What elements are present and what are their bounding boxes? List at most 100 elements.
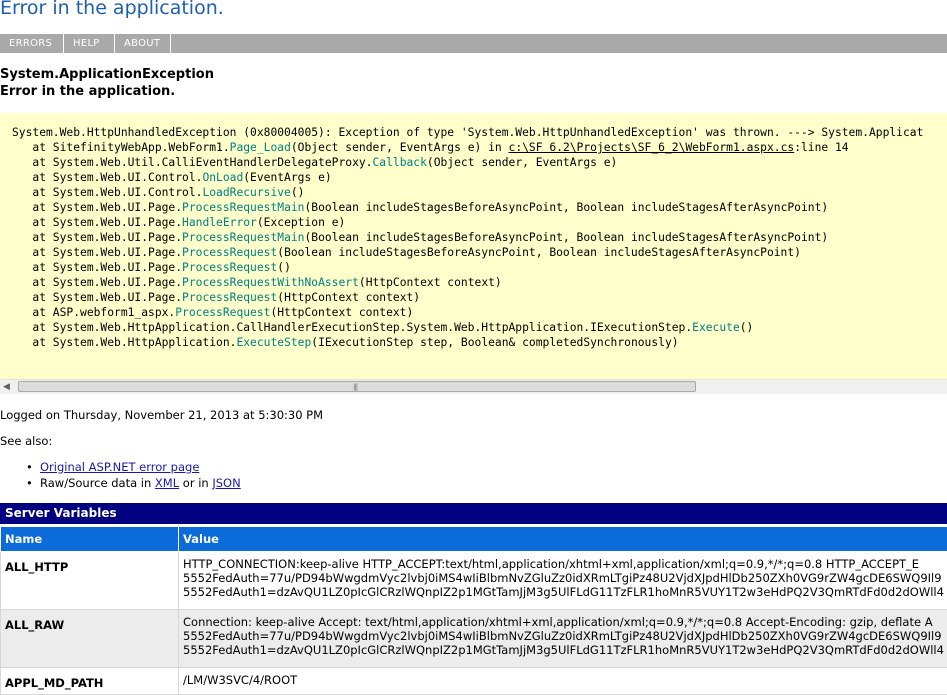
column-header-name: Name (1, 527, 179, 552)
see-also-links: • Original ASP.NET error page • Raw/Source… (25, 459, 241, 491)
stack-frame: at System.Web.UI.Page.ProcessRequestMain… (12, 201, 828, 214)
frame-params: (Exception e) (257, 216, 345, 229)
frame-params: (HttpContext context) (270, 306, 413, 319)
frame-namespace: at System.Web.HttpApplication. (12, 336, 236, 349)
stack-frame: at System.Web.UI.Page.ProcessRequest(Boo… (12, 246, 801, 259)
table-row: ALL_RAW Connection: keep-alive Accept: t… (1, 610, 947, 668)
stack-trace-frames: at SitefinityWebApp.WebForm1.Page_Load(O… (12, 141, 849, 349)
stack-frame: at ASP.webform1_aspx.ProcessRequest(Http… (12, 306, 413, 319)
exception-type: System.ApplicationException (0, 67, 214, 82)
frame-params: (Object sender, EventArgs e) (291, 141, 481, 154)
frame-params: (Boolean includeStagesBeforeAsyncPoint, … (277, 246, 801, 259)
frame-params: (HttpContext context) (277, 291, 420, 304)
stack-frame: at System.Web.Util.CalliEventHandlerDele… (12, 156, 617, 169)
original-error-page-link[interactable]: Original ASP.NET error page (40, 460, 199, 474)
variable-value: /LM/W3SVC/4/ROOT (179, 668, 947, 695)
stack-frame: at System.Web.UI.Page.ProcessRequest(Htt… (12, 291, 420, 304)
nav-errors-link[interactable]: ERRORS (0, 34, 64, 53)
stack-trace-header: System.Web.HttpUnhandledException (0x800… (12, 126, 923, 139)
stack-frame: at System.Web.UI.Page.ProcessRequestWith… (12, 276, 502, 289)
table-header-row: Name Value (1, 527, 947, 552)
frame-namespace: at System.Web.UI.Page. (12, 246, 182, 259)
value-line: Connection: keep-alive Accept: text/html… (183, 615, 943, 629)
variable-name: APPL_MD_PATH (1, 668, 179, 695)
value-line: 5552FedAuth=77u/PD94bWwgdmVyc2lvbj0iMS4w… (183, 571, 943, 585)
scrollbar-thumb[interactable]: ||| (18, 381, 696, 392)
variable-name: ALL_HTTP (1, 552, 179, 610)
frame-method: ProcessRequest (182, 291, 277, 304)
json-link[interactable]: JSON (212, 476, 240, 490)
stack-frame: at System.Web.UI.Control.LoadRecursive() (12, 186, 304, 199)
frame-params: (IExecutionStep step, Boolean& completed… (311, 336, 678, 349)
list-item: • Raw/Source data in XML or in JSON (25, 475, 241, 491)
stack-frame: at System.Web.HttpApplication.CallHandle… (12, 321, 753, 334)
frame-method: Execute (692, 321, 740, 334)
frame-params: () (740, 321, 754, 334)
bullet-icon: • (26, 475, 33, 491)
frame-method: Callback (372, 156, 426, 169)
bullet-icon: • (26, 459, 33, 475)
stack-frame: at System.Web.HttpApplication.ExecuteSte… (12, 336, 679, 349)
frame-method: HandleError (182, 216, 257, 229)
table-row: ALL_HTTP HTTP_CONNECTION:keep-alive HTTP… (1, 552, 947, 610)
value-line: HTTP_CONNECTION:keep-alive HTTP_ACCEPT:t… (183, 557, 943, 571)
frame-method: OnLoad (202, 171, 243, 184)
frame-method: LoadRecursive (202, 186, 290, 199)
frame-method: Page_Load (230, 141, 291, 154)
server-variables-header: Server Variables (0, 503, 947, 524)
stack-frame: at SitefinityWebApp.WebForm1.Page_Load(O… (12, 141, 849, 154)
stack-trace-panel: System.Web.HttpUnhandledException (0x800… (0, 113, 947, 393)
frame-namespace: at System.Web.HttpApplication.CallHandle… (12, 321, 692, 334)
frame-namespace: at System.Web.UI.Page. (12, 276, 182, 289)
frame-params: () (291, 186, 305, 199)
frame-namespace: at System.Web.UI.Control. (12, 171, 202, 184)
frame-namespace: at System.Web.Util.CalliEventHandlerDele… (12, 156, 372, 169)
frame-method: ProcessRequestMain (182, 201, 304, 214)
or-in-label: or in (179, 476, 212, 490)
page-title: Error in the application. (0, 0, 224, 19)
raw-data-label: Raw/Source data in (40, 476, 155, 490)
frame-method: ProcessRequestWithNoAssert (182, 276, 359, 289)
horizontal-scrollbar[interactable]: ◀ ||| (0, 379, 947, 394)
frame-params: (Boolean includeStagesBeforeAsyncPoint, … (304, 201, 828, 214)
stack-frame: at System.Web.UI.Page.HandleError(Except… (12, 216, 345, 229)
frame-params: (Boolean includeStagesBeforeAsyncPoint, … (304, 231, 828, 244)
nav-about-link[interactable]: ABOUT (115, 34, 171, 53)
stack-frame: at System.Web.UI.Control.OnLoad(EventArg… (12, 171, 332, 184)
xml-link[interactable]: XML (155, 476, 179, 490)
frame-method: ExecuteStep (236, 336, 311, 349)
frame-params: () (277, 261, 291, 274)
top-nav: ERRORS HELP ABOUT (0, 34, 947, 53)
frame-method: ProcessRequest (182, 261, 277, 274)
frame-namespace: at System.Web.UI.Page. (12, 231, 182, 244)
server-variables-table: Name Value ALL_HTTP HTTP_CONNECTION:keep… (0, 526, 947, 695)
frame-in: in (481, 141, 508, 154)
frame-namespace: at ASP.webform1_aspx. (12, 306, 175, 319)
see-also-label: See also: (0, 434, 52, 448)
frame-params: (HttpContext context) (359, 276, 502, 289)
frame-namespace: at System.Web.UI.Page. (12, 261, 182, 274)
value-line: 5552FedAuth1=dzAvQU1LZ0pIcGlCRzlWQnpIZ2p… (183, 585, 943, 599)
list-item: • Original ASP.NET error page (25, 459, 241, 475)
value-line: 5552FedAuth=77u/PD94bWwgdmVyc2lvbj0iMS4w… (183, 629, 943, 643)
exception-message: Error in the application. (0, 84, 175, 99)
scroll-grip-icon: ||| (353, 383, 357, 391)
nav-help-link[interactable]: HELP (64, 34, 115, 53)
stack-frame: at System.Web.UI.Page.ProcessRequestMain… (12, 231, 828, 244)
stack-frame: at System.Web.UI.Page.ProcessRequest() (12, 261, 291, 274)
frame-namespace: at System.Web.UI.Page. (12, 201, 182, 214)
stack-trace: System.Web.HttpUnhandledException (0x800… (12, 125, 923, 350)
variable-name: ALL_RAW (1, 610, 179, 668)
frame-method: ProcessRequest (175, 306, 270, 319)
frame-method: ProcessRequest (182, 246, 277, 259)
scroll-left-arrow-icon[interactable]: ◀ (3, 381, 10, 393)
frame-namespace: at SitefinityWebApp.WebForm1. (12, 141, 230, 154)
frame-line-number: :line 14 (794, 141, 848, 154)
frame-params: (EventArgs e) (243, 171, 331, 184)
frame-namespace: at System.Web.UI.Page. (12, 216, 182, 229)
logged-timestamp: Logged on Thursday, November 21, 2013 at… (0, 408, 323, 422)
frame-params: (Object sender, EventArgs e) (427, 156, 617, 169)
table-row: APPL_MD_PATH /LM/W3SVC/4/ROOT (1, 668, 947, 695)
frame-namespace: at System.Web.UI.Page. (12, 291, 182, 304)
frame-method: ProcessRequestMain (182, 231, 304, 244)
